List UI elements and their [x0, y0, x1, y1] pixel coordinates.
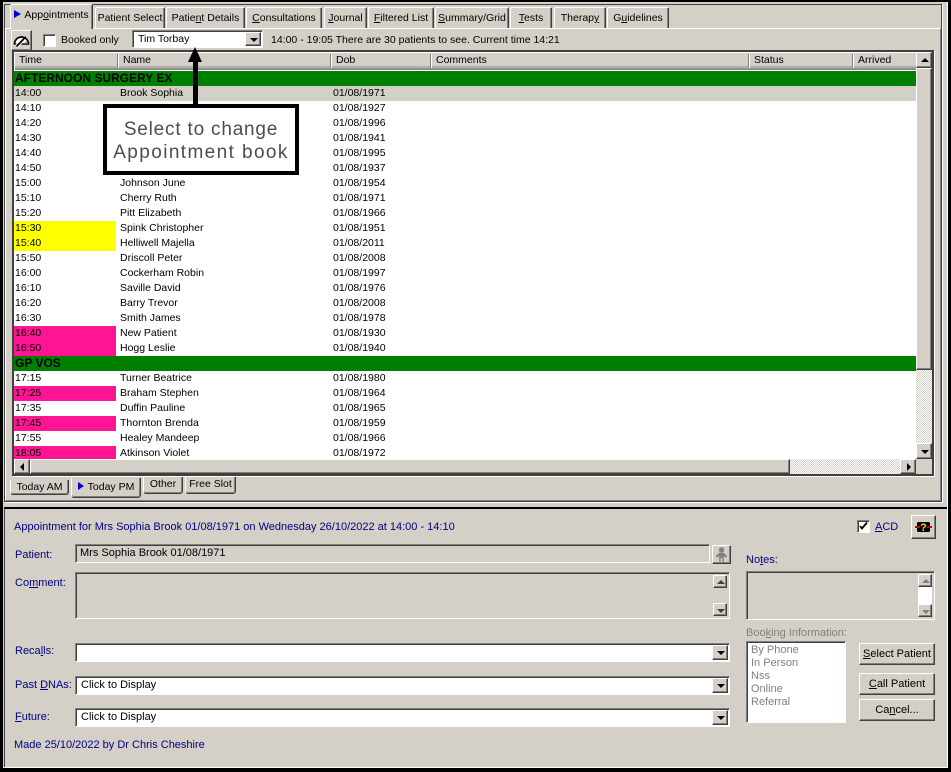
- svg-text:?: ?: [920, 522, 927, 534]
